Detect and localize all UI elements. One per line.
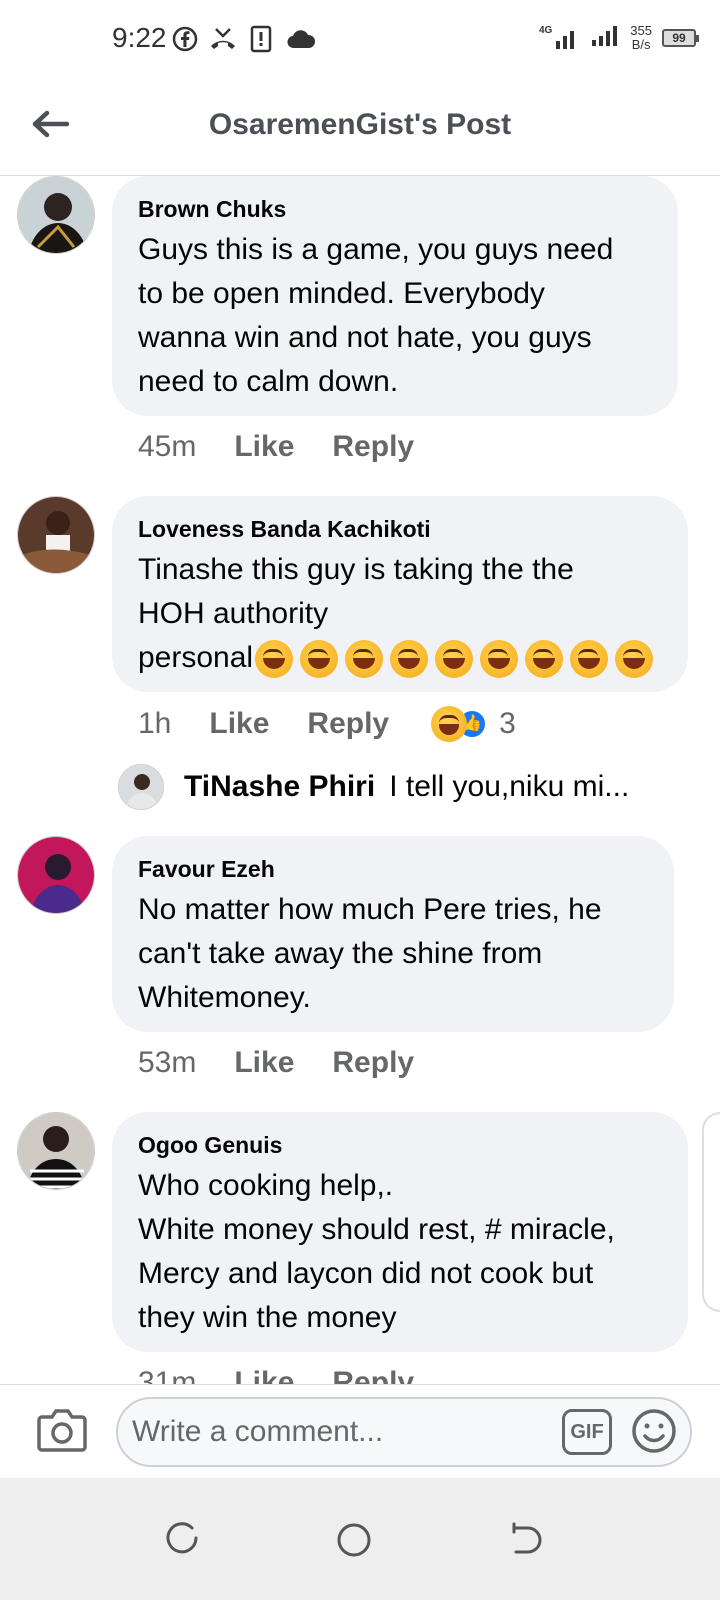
post-header: OsaremenGist's Post bbox=[0, 80, 720, 176]
comment-bubble[interactable]: Favour Ezeh No matter how much Pere trie… bbox=[112, 836, 674, 1032]
comment-actions: 53m Like Reply bbox=[138, 1046, 452, 1080]
status-right-group: 4G 355 B/s 99 bbox=[539, 22, 699, 53]
comment-line: they win the money bbox=[138, 1301, 397, 1334]
comment-line: Tinashe this guy is taking the the bbox=[138, 553, 574, 586]
reply-avatar[interactable] bbox=[118, 764, 164, 810]
laughing-emoji-icon bbox=[390, 640, 429, 679]
comment-line-text: personal bbox=[138, 641, 254, 674]
like-button[interactable]: Like bbox=[234, 430, 294, 464]
comment-author[interactable]: Brown Chuks bbox=[138, 194, 652, 224]
speed-unit: B/s bbox=[631, 36, 651, 52]
signal-icon bbox=[590, 22, 620, 53]
comment-line: HOH authority bbox=[138, 597, 329, 630]
cloud-icon bbox=[286, 24, 316, 54]
laughing-emoji-group bbox=[255, 640, 654, 679]
reply-snippet: I tell you,niku mi... bbox=[389, 770, 630, 803]
back-nav-button[interactable] bbox=[506, 1520, 546, 1560]
laughing-emoji-icon bbox=[345, 640, 384, 679]
reply-button[interactable]: Reply bbox=[332, 430, 414, 464]
avatar[interactable] bbox=[17, 496, 95, 574]
system-nav-bar bbox=[0, 1478, 720, 1600]
status-bar: 9:22 4G 355 B/s 99 bbox=[0, 0, 720, 80]
comment-text: No matter how much Pere tries, he can't … bbox=[138, 888, 648, 1020]
comments-feed[interactable]: Brown Chuks Guys this is a game, you guy… bbox=[0, 176, 720, 1412]
comment-line: need to calm down. bbox=[138, 365, 399, 398]
page-title: OsaremenGist's Post bbox=[208, 108, 512, 141]
battery-icon: 99 bbox=[662, 28, 699, 47]
comment-line: personal bbox=[138, 636, 662, 680]
comment-line: No matter how much Pere tries, he bbox=[138, 893, 602, 926]
reply-button[interactable]: Reply bbox=[307, 707, 389, 741]
missed-call-icon bbox=[208, 24, 238, 54]
laughing-emoji-icon bbox=[525, 640, 564, 679]
comment-actions: 1h Like Reply 👍 3 bbox=[138, 706, 516, 742]
avatar[interactable] bbox=[17, 1112, 95, 1190]
comment-bubble[interactable]: Ogoo Genuis Who cooking help,. White mon… bbox=[112, 1112, 688, 1352]
comment-line: wanna win and not hate, you guys bbox=[138, 321, 592, 354]
comment-author[interactable]: Ogoo Genuis bbox=[138, 1130, 662, 1160]
comment-line: Whitemoney. bbox=[138, 981, 311, 1014]
laughing-emoji-icon bbox=[255, 640, 294, 679]
comment-author[interactable]: Favour Ezeh bbox=[138, 854, 648, 884]
comment-line: White money should rest, # miracle, bbox=[138, 1213, 615, 1246]
home-button[interactable] bbox=[334, 1520, 374, 1560]
battery-level: 99 bbox=[672, 30, 686, 45]
reaction-summary[interactable]: 👍 3 bbox=[431, 706, 516, 742]
haha-reaction-icon bbox=[431, 706, 468, 742]
smiley-icon bbox=[632, 1409, 676, 1453]
comment-line: can't take away the shine from bbox=[138, 937, 543, 970]
status-time: 9:22 bbox=[112, 22, 167, 53]
back-nav-icon bbox=[512, 1522, 542, 1554]
reply-preview[interactable]: TiNashe Phiri I tell you,niku mi... bbox=[118, 764, 629, 810]
gif-button[interactable]: GIF bbox=[562, 1409, 612, 1455]
comment-line: Mercy and laycon did not cook but bbox=[138, 1257, 594, 1290]
laughing-emoji-icon bbox=[615, 640, 654, 679]
emoji-button[interactable] bbox=[630, 1407, 678, 1455]
laughing-emoji-icon bbox=[435, 640, 474, 679]
comment-text: Tinashe this guy is taking the the HOH a… bbox=[138, 548, 662, 680]
comment-line: Who cooking help,. bbox=[138, 1169, 394, 1202]
sim-icon bbox=[250, 24, 272, 54]
signal-icon: 4G bbox=[539, 25, 580, 51]
network-type: 4G bbox=[538, 24, 553, 36]
recent-apps-button[interactable] bbox=[162, 1520, 202, 1560]
comment-bubble[interactable]: Loveness Banda Kachikoti Tinashe this gu… bbox=[112, 496, 688, 692]
gif-label: GIF bbox=[570, 1420, 604, 1443]
like-button[interactable]: Like bbox=[209, 707, 269, 741]
reaction-count: 3 bbox=[499, 707, 516, 740]
reply-author[interactable]: TiNashe Phiri bbox=[184, 770, 375, 804]
comment-author[interactable]: Loveness Banda Kachikoti bbox=[138, 514, 662, 544]
avatar[interactable] bbox=[17, 176, 95, 254]
like-button[interactable]: Like bbox=[234, 1046, 294, 1080]
comment-actions: 45m Like Reply bbox=[138, 430, 452, 464]
facebook-icon bbox=[172, 24, 198, 54]
comment-time[interactable]: 1h bbox=[138, 707, 171, 741]
reply-button[interactable]: Reply bbox=[332, 1046, 414, 1080]
network-speed: 355 B/s bbox=[630, 22, 652, 52]
recent-apps-icon bbox=[166, 1522, 198, 1554]
laughing-emoji-icon bbox=[300, 640, 339, 679]
side-panel-edge bbox=[702, 1112, 720, 1312]
camera-button[interactable] bbox=[36, 1407, 88, 1453]
comment-text: Who cooking help,. White money should re… bbox=[138, 1164, 662, 1340]
speed-value: 355 bbox=[630, 22, 652, 38]
avatar[interactable] bbox=[17, 836, 95, 914]
comment-time[interactable]: 53m bbox=[138, 1046, 196, 1080]
laughing-emoji-icon bbox=[570, 640, 609, 679]
comment-line: Guys this is a game, you guys need bbox=[138, 233, 614, 266]
comment-bubble[interactable]: Brown Chuks Guys this is a game, you guy… bbox=[112, 176, 678, 416]
comment-text: Guys this is a game, you guys need to be… bbox=[138, 228, 652, 404]
comment-line: to be open minded. Everybody bbox=[138, 277, 545, 310]
comment-composer: GIF bbox=[0, 1384, 720, 1478]
home-circle-icon bbox=[337, 1523, 371, 1557]
laughing-emoji-icon bbox=[480, 640, 519, 679]
comment-time[interactable]: 45m bbox=[138, 430, 196, 464]
camera-icon bbox=[37, 1409, 87, 1452]
